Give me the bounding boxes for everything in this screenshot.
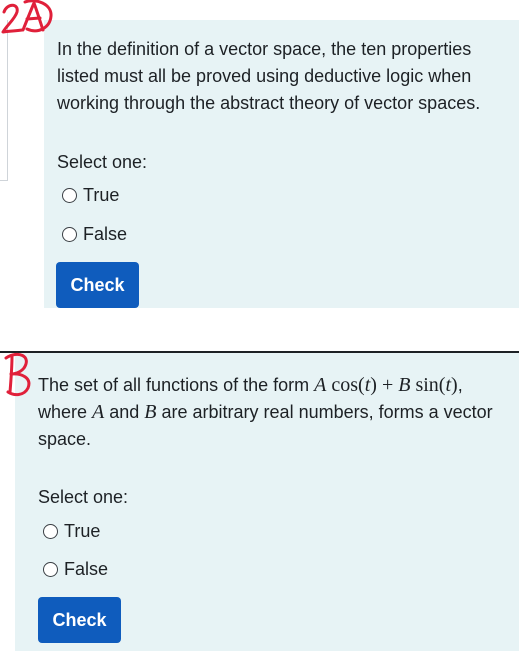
handwritten-annotation-b: [4, 352, 31, 397]
question-1-text: In the definition of a vector space, the…: [57, 39, 481, 113]
quiz-page: In the definition of a vector space, the…: [0, 0, 519, 651]
option-label: True: [64, 521, 101, 541]
question-2-option-true[interactable]: True: [43, 520, 100, 542]
radio-button[interactable]: [43, 523, 58, 539]
sidebar-edge: [0, 20, 8, 181]
radio-button[interactable]: [43, 561, 58, 577]
handwritten-annotation-2a: [1, 0, 53, 34]
radio-button[interactable]: [62, 226, 77, 242]
radio-button[interactable]: [62, 187, 77, 203]
question-1-option-false[interactable]: False: [62, 223, 127, 245]
question-1-prompt: Select one:: [57, 152, 148, 172]
question-2-text: The set of all functions of the form A c…: [38, 374, 493, 449]
option-label: True: [83, 185, 120, 205]
option-label: False: [83, 224, 128, 244]
question-2-option-false[interactable]: False: [43, 558, 108, 580]
math-expression: A cos(t) + B sin(t): [314, 374, 458, 396]
question-1-option-true[interactable]: True: [62, 184, 119, 206]
question-1-check-button[interactable]: Check: [56, 262, 139, 308]
question-2-prompt: Select one:: [38, 487, 129, 507]
question-2-check-button[interactable]: Check: [38, 597, 121, 643]
option-label: False: [64, 559, 109, 579]
